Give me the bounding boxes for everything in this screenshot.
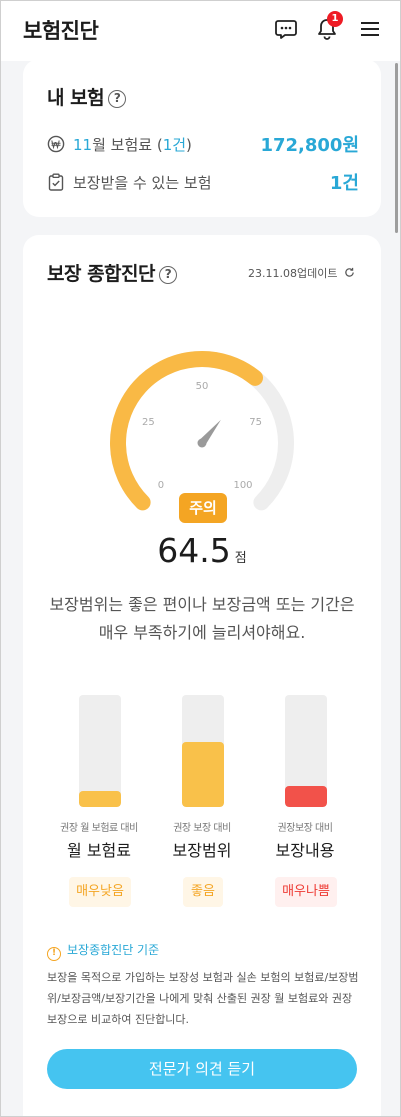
coverage-row[interactable]: 보장받을 수 있는 보험 1건 [47, 169, 359, 195]
bar-caption: 권장보장 대비 [277, 823, 333, 834]
bar-fill [285, 785, 327, 807]
coverage-label: 보장받을 수 있는 보험 [73, 174, 212, 192]
top-header: 보험진단 1 [1, 1, 400, 61]
app-frame: 보험진단 1 내 보험? 11월 보험료 (1건) 172,800원 보장받을 … [0, 0, 401, 1117]
help-icon[interactable]: ? [108, 90, 127, 108]
premium-month: 11 [73, 136, 93, 154]
criteria-title: 보장종합진단 기준 [67, 943, 160, 957]
menu-icon[interactable] [358, 17, 382, 41]
chat-icon[interactable] [274, 17, 298, 41]
my-insurance-title: 내 보험? [47, 83, 127, 110]
diagnosis-description: 보장범위는 좋은 편이나 보장금액 또는 기간은 매우 부족하기에 늘리셔야해요… [49, 595, 355, 642]
diagnosis-card: 보장 종합진단? 23.11.08업데이트 0 25 50 75 100 주의 64.5… [23, 235, 381, 1116]
update-date-text: 23.11.08업데이트 [248, 267, 338, 280]
gauge-tick-label: 25 [142, 417, 155, 428]
premium-value: 172,800원 [260, 135, 359, 156]
bar-track [182, 695, 224, 807]
premium-count: 1건 [162, 136, 187, 154]
gauge-tick-label: 100 [233, 480, 252, 491]
bar-name: 보장범위 [172, 841, 232, 860]
info-icon: ! [47, 947, 61, 961]
bar-fill [182, 742, 224, 807]
comparison-bars: 권장 월 보험료 대비 월 보험료 매우낮음 권장 보장 대비 보장범위 좋음 … [23, 695, 381, 915]
gauge-needle [197, 419, 221, 448]
scrollbar[interactable] [395, 63, 398, 233]
status-badge: 주의 [179, 493, 227, 523]
gauge-needle-hub [197, 438, 207, 448]
bar-caption: 권장 월 보험료 대비 [60, 823, 138, 834]
score-display: 64.5 점 [23, 531, 381, 570]
diagnosis-title-text: 보장 종합진단 [47, 263, 156, 285]
premium-label: 11월 보험료 (1건) [73, 134, 192, 155]
bar-status-tag: 매우나쁨 [275, 877, 337, 907]
gauge-tick-label: 75 [249, 417, 262, 428]
refresh-icon[interactable] [344, 267, 355, 278]
bar-status-tag: 매우낮음 [69, 877, 131, 907]
premium-row[interactable]: 11월 보험료 (1건) 172,800원 [47, 131, 359, 157]
bar-caption: 권장 보장 대비 [173, 823, 231, 834]
bar-track [79, 695, 121, 807]
gauge-tick-label: 0 [158, 480, 164, 491]
notification-badge: 1 [327, 11, 343, 27]
bar-track [285, 695, 327, 807]
diagnosis-title: 보장 종합진단? [47, 259, 177, 286]
premium-label-end: ) [186, 136, 192, 154]
page-title: 보험진단 [23, 19, 99, 43]
update-date[interactable]: 23.11.08업데이트 [248, 265, 355, 281]
gauge-tick-label: 50 [196, 381, 209, 392]
my-insurance-card: 내 보험? 11월 보험료 (1건) 172,800원 보장받을 수 있는 보험 [23, 59, 381, 217]
help-icon[interactable]: ? [159, 266, 177, 284]
bar-name: 보장내용 [275, 841, 335, 860]
clipboard-check-icon [47, 173, 65, 191]
expert-opinion-button[interactable]: 전문가 의견 듣기 [47, 1049, 357, 1089]
bar-status-tag: 좋음 [183, 877, 223, 907]
criteria-link[interactable]: ! 보장종합진단 기준 [47, 941, 159, 961]
coverage-value: 1건 [329, 173, 359, 194]
score-value: 64.5 [157, 531, 231, 570]
won-coin-icon [47, 135, 65, 153]
my-insurance-title-text: 내 보험 [47, 87, 105, 109]
premium-label-mid: 월 보험료 ( [92, 136, 163, 154]
criteria-description: 보장을 목적으로 가입하는 보장성 보험과 실손 보험의 보험료/보장범위/보장… [47, 971, 359, 1026]
bar-name: 월 보험료 [67, 841, 131, 860]
score-unit: 점 [234, 551, 247, 566]
bar-fill [79, 791, 121, 807]
